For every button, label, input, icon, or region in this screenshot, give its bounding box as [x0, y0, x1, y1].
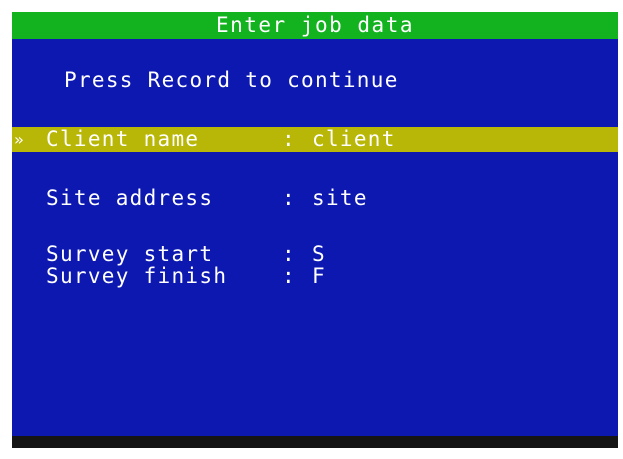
- site-address-field[interactable]: site: [312, 186, 562, 211]
- selection-marker-icon: »: [14, 130, 24, 149]
- field-separator: :: [282, 264, 295, 288]
- screen-title: Enter job data: [12, 12, 618, 39]
- field-row-site-address[interactable]: Site address : site: [12, 186, 618, 211]
- field-separator: :: [282, 127, 295, 151]
- site-address-label: Site address: [46, 186, 214, 210]
- survey-finish-label: Survey finish: [46, 264, 228, 288]
- field-row-client-name[interactable]: » Client name : client: [12, 127, 618, 152]
- status-bar: [12, 436, 618, 448]
- field-row-survey-finish[interactable]: Survey finish : F: [12, 264, 618, 289]
- survey-finish-field[interactable]: F: [312, 264, 562, 289]
- client-name-field[interactable]: client: [312, 127, 562, 152]
- instruction-prompt: Press Record to continue: [64, 68, 399, 92]
- field-separator: :: [282, 186, 295, 210]
- terminal-screen: Enter job data Press Record to continue …: [12, 12, 618, 448]
- client-name-label: Client name: [46, 127, 200, 151]
